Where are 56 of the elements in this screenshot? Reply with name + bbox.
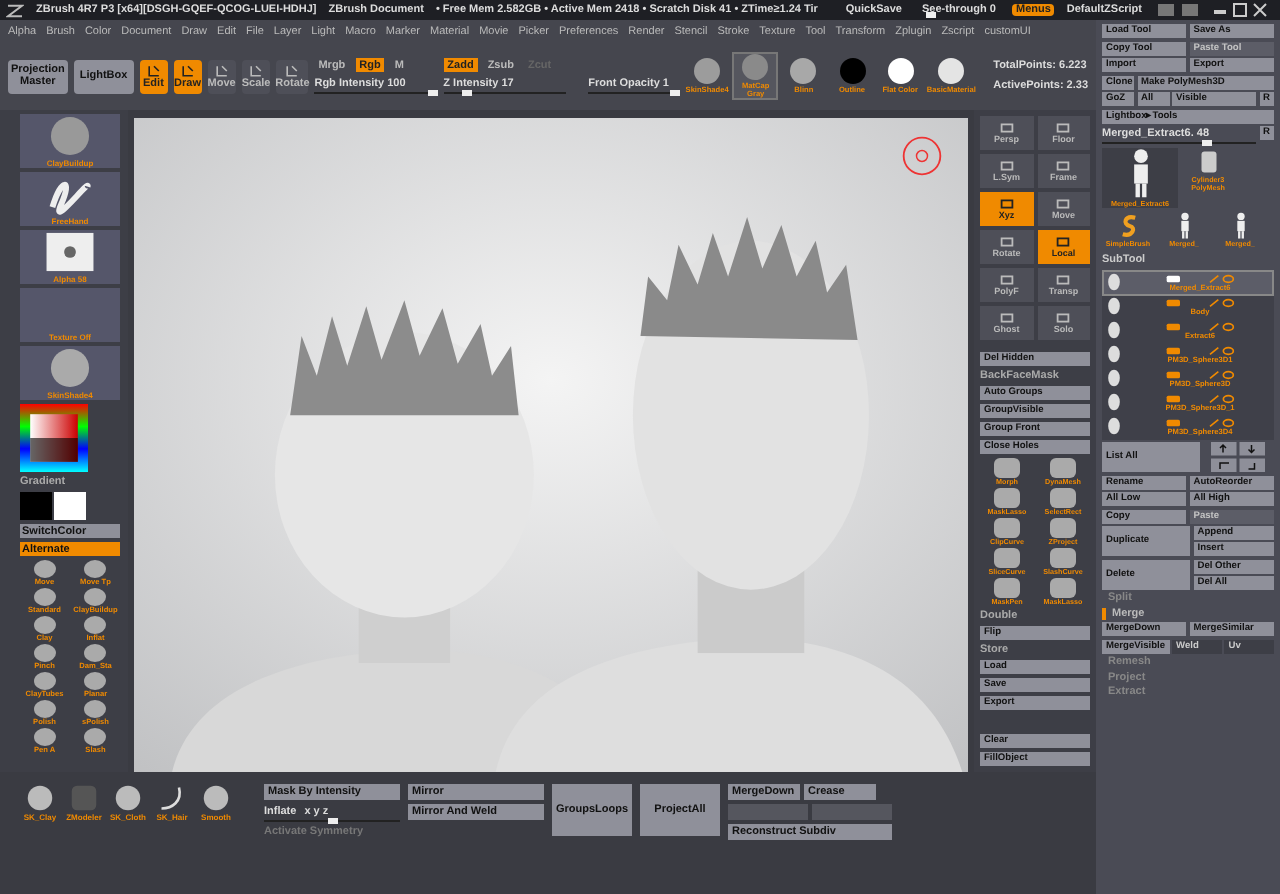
frame-icon bbox=[997, 236, 1016, 248]
shape-icon bbox=[1050, 488, 1076, 508]
sphere-icon bbox=[202, 784, 230, 812]
figure-icon bbox=[1175, 211, 1193, 239]
s-shape-icon bbox=[1119, 211, 1137, 239]
sphere-icon bbox=[84, 700, 107, 718]
frame-icon bbox=[997, 122, 1016, 134]
shape-icon bbox=[994, 458, 1020, 478]
shape-icon bbox=[1050, 578, 1076, 598]
material-ball-icon bbox=[790, 57, 817, 84]
cylinder-icon bbox=[1199, 147, 1217, 175]
figure-icon bbox=[1231, 211, 1249, 239]
sphere-icon bbox=[33, 644, 56, 662]
sphere-icon bbox=[114, 784, 142, 812]
sphere-icon bbox=[33, 672, 56, 690]
secondary-color-swatch[interactable] bbox=[54, 492, 86, 520]
frame-icon bbox=[1054, 122, 1073, 134]
material-ball-icon bbox=[742, 53, 769, 80]
rotation-gizmo-icon[interactable] bbox=[900, 134, 944, 178]
shape-icon bbox=[994, 548, 1020, 568]
main-color-swatch[interactable] bbox=[20, 492, 52, 520]
material-ball-icon bbox=[694, 57, 721, 84]
frame-icon bbox=[997, 274, 1016, 286]
sphere-icon bbox=[84, 672, 107, 690]
sphere-icon bbox=[84, 644, 107, 662]
frame-icon bbox=[1054, 160, 1073, 172]
material-ball-icon bbox=[887, 57, 914, 84]
sphere-icon bbox=[33, 700, 56, 718]
sphere-icon bbox=[84, 728, 107, 746]
shape-icon bbox=[994, 518, 1020, 538]
color-picker[interactable] bbox=[20, 404, 88, 472]
frame-icon bbox=[1054, 198, 1073, 210]
sphere-icon bbox=[33, 728, 56, 746]
shape-icon bbox=[1050, 548, 1076, 568]
sphere-icon bbox=[33, 560, 56, 578]
frame-icon bbox=[997, 198, 1016, 210]
sphere-icon bbox=[84, 588, 107, 606]
sphere-icon bbox=[33, 588, 56, 606]
sphere-icon bbox=[84, 616, 107, 634]
cube-icon bbox=[70, 784, 98, 812]
sphere-icon bbox=[26, 784, 54, 812]
shape-icon bbox=[994, 488, 1020, 508]
frame-icon bbox=[997, 312, 1016, 324]
frame-icon bbox=[1054, 312, 1073, 324]
sphere-icon bbox=[33, 616, 56, 634]
frame-icon bbox=[997, 160, 1016, 172]
material-ball-icon bbox=[938, 57, 965, 84]
frame-icon bbox=[1054, 274, 1073, 286]
material-ball-icon bbox=[839, 57, 865, 84]
shape-icon bbox=[1050, 458, 1076, 478]
shape-icon bbox=[1050, 518, 1076, 538]
frame-icon bbox=[1054, 236, 1073, 248]
sphere-icon bbox=[84, 560, 107, 578]
shape-icon bbox=[994, 578, 1020, 598]
curve-icon bbox=[158, 784, 186, 812]
logo-icon bbox=[6, 3, 24, 17]
